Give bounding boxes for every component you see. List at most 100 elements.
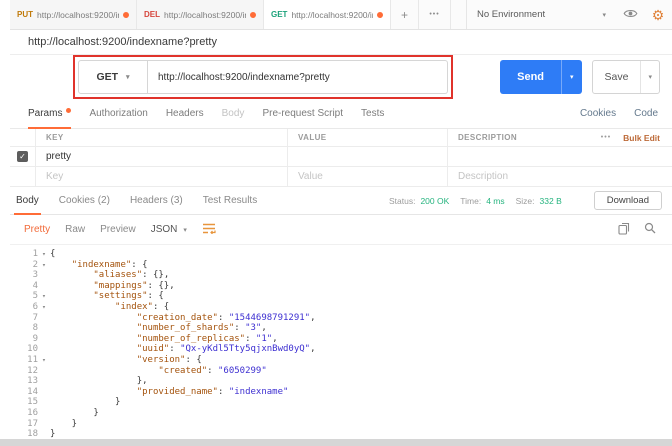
send-button[interactable]: Send ▾ — [500, 60, 581, 94]
tab-method-label: GET — [271, 10, 287, 19]
fold-spacer — [38, 387, 50, 398]
tab-url-label: http://localhost:9200/indexna — [291, 10, 373, 20]
tab-method-label: PUT — [17, 10, 33, 19]
bulk-edit-button[interactable]: Bulk Edit — [623, 133, 660, 143]
header-description-cell: DESCRIPTION ••• Bulk Edit — [448, 129, 672, 146]
line-number: 13 — [16, 376, 38, 387]
tab-options-button[interactable]: ••• — [419, 0, 451, 29]
value-column-header: VALUE — [298, 133, 327, 142]
code-text: }, — [50, 376, 148, 387]
code-line: 14 "provided_name": "indexname" — [16, 387, 672, 398]
tab-authorization[interactable]: Authorization — [89, 99, 147, 128]
view-bar-actions — [618, 222, 656, 238]
method-select[interactable]: GET ▾ — [78, 60, 148, 94]
header-key-cell: KEY — [36, 129, 288, 146]
code-text: "mappings": {}, — [50, 281, 175, 292]
params-more-button[interactable]: ••• — [601, 134, 611, 141]
send-options-chevron-icon[interactable]: ▾ — [561, 60, 582, 94]
response-tab-cookies[interactable]: Cookies (2) — [57, 187, 112, 214]
code-line: 9 "number_of_replicas": "1", — [16, 334, 672, 345]
param-enabled-checkbox[interactable]: ✓ — [17, 151, 28, 162]
params-row: ✓ — [10, 147, 672, 167]
request-tab-get[interactable]: GET http://localhost:9200/indexna — [264, 0, 391, 29]
header-value-cell: VALUE — [288, 129, 448, 146]
code-line: 6▾ "index": { — [16, 302, 672, 313]
time-label: Time: — [460, 196, 481, 206]
code-text: "provided_name": "indexname" — [50, 387, 288, 398]
format-select[interactable]: JSON ▾ — [151, 224, 187, 235]
code-line: 17 } — [16, 419, 672, 430]
description-column-header: DESCRIPTION — [458, 133, 517, 142]
row-check-cell — [10, 167, 36, 186]
environment-quick-look-button[interactable] — [616, 0, 644, 29]
view-pretty-tab[interactable]: Pretty — [24, 224, 50, 235]
fold-arrow-icon[interactable]: ▾ — [38, 355, 50, 366]
response-tab-test-results[interactable]: Test Results — [201, 187, 259, 214]
fold-arrow-icon[interactable]: ▾ — [38, 291, 50, 302]
request-title: http://localhost:9200/indexname?pretty — [28, 36, 217, 48]
bottom-scrollbar[interactable] — [0, 439, 672, 446]
download-button[interactable]: Download — [594, 191, 662, 210]
line-number: 1 — [16, 249, 38, 260]
tab-body[interactable]: Body — [222, 99, 245, 128]
fold-arrow-icon[interactable]: ▾ — [38, 302, 50, 313]
new-param-value-input[interactable] — [298, 171, 447, 182]
fold-spacer — [38, 397, 50, 408]
new-param-description-input[interactable] — [458, 171, 672, 182]
app-area: PUT http://localhost:9200/indexna DEL ht… — [10, 0, 672, 440]
param-value-input[interactable] — [298, 151, 447, 162]
fold-spacer — [38, 408, 50, 419]
response-tab-headers[interactable]: Headers (3) — [128, 187, 185, 214]
status-label: Status: — [389, 196, 415, 206]
fold-arrow-icon[interactable]: ▾ — [38, 260, 50, 271]
view-preview-tab[interactable]: Preview — [100, 224, 136, 235]
fold-arrow-icon[interactable]: ▾ — [38, 249, 50, 260]
tab-tests[interactable]: Tests — [361, 99, 384, 128]
save-options-chevron-icon[interactable]: ▾ — [640, 61, 659, 93]
request-tab-del[interactable]: DEL http://localhost:9200/indexna — [137, 0, 264, 29]
tabbar-spacer — [451, 0, 466, 29]
code-line: 4 "mappings": {}, — [16, 281, 672, 292]
code-line: 2▾ "indexname": { — [16, 260, 672, 271]
tab-params[interactable]: Params — [28, 99, 71, 128]
unsaved-dot-icon — [123, 12, 129, 18]
code-line: 5▾ "settings": { — [16, 291, 672, 302]
url-input[interactable] — [148, 60, 448, 94]
param-key-input[interactable] — [46, 151, 287, 162]
code-text: "number_of_shards": "3", — [50, 323, 267, 334]
size-value: 332 B — [540, 196, 562, 206]
cookies-link[interactable]: Cookies — [580, 108, 616, 119]
new-tab-button[interactable]: + — [391, 0, 419, 29]
request-tab-put[interactable]: PUT http://localhost:9200/indexna — [10, 0, 137, 29]
line-number: 10 — [16, 344, 38, 355]
tab-url-label: http://localhost:9200/indexna — [37, 10, 119, 20]
format-label: JSON — [151, 224, 178, 235]
postman-window: PUT http://localhost:9200/indexna DEL ht… — [0, 0, 672, 446]
response-tab-body[interactable]: Body — [14, 187, 41, 214]
line-number: 12 — [16, 366, 38, 377]
line-number: 17 — [16, 419, 38, 430]
settings-button[interactable]: ⚙ — [644, 0, 672, 29]
code-line: 8 "number_of_shards": "3", — [16, 323, 672, 334]
save-button[interactable]: Save ▾ — [592, 60, 660, 94]
search-icon[interactable] — [644, 222, 656, 237]
tab-headers[interactable]: Headers — [166, 99, 204, 128]
param-description-input[interactable] — [458, 151, 672, 162]
header-actions: ••• Bulk Edit — [601, 133, 672, 143]
view-raw-tab[interactable]: Raw — [65, 224, 85, 235]
method-label: GET — [96, 71, 118, 83]
line-number: 16 — [16, 408, 38, 419]
row-key-cell — [36, 167, 288, 186]
new-param-key-input[interactable] — [46, 171, 287, 182]
time-value: 4 ms — [486, 196, 504, 206]
code-link[interactable]: Code — [634, 108, 658, 119]
line-number: 8 — [16, 323, 38, 334]
tab-prerequest-script[interactable]: Pre-request Script — [262, 99, 343, 128]
environment-selector[interactable]: No Environment ▾ — [466, 0, 616, 29]
line-number: 5 — [16, 291, 38, 302]
send-label: Send — [500, 60, 561, 94]
chevron-down-icon: ▾ — [126, 73, 130, 81]
copy-icon[interactable] — [618, 222, 630, 238]
wrap-lines-icon[interactable] — [202, 223, 216, 237]
unsaved-dot-icon — [377, 12, 383, 18]
